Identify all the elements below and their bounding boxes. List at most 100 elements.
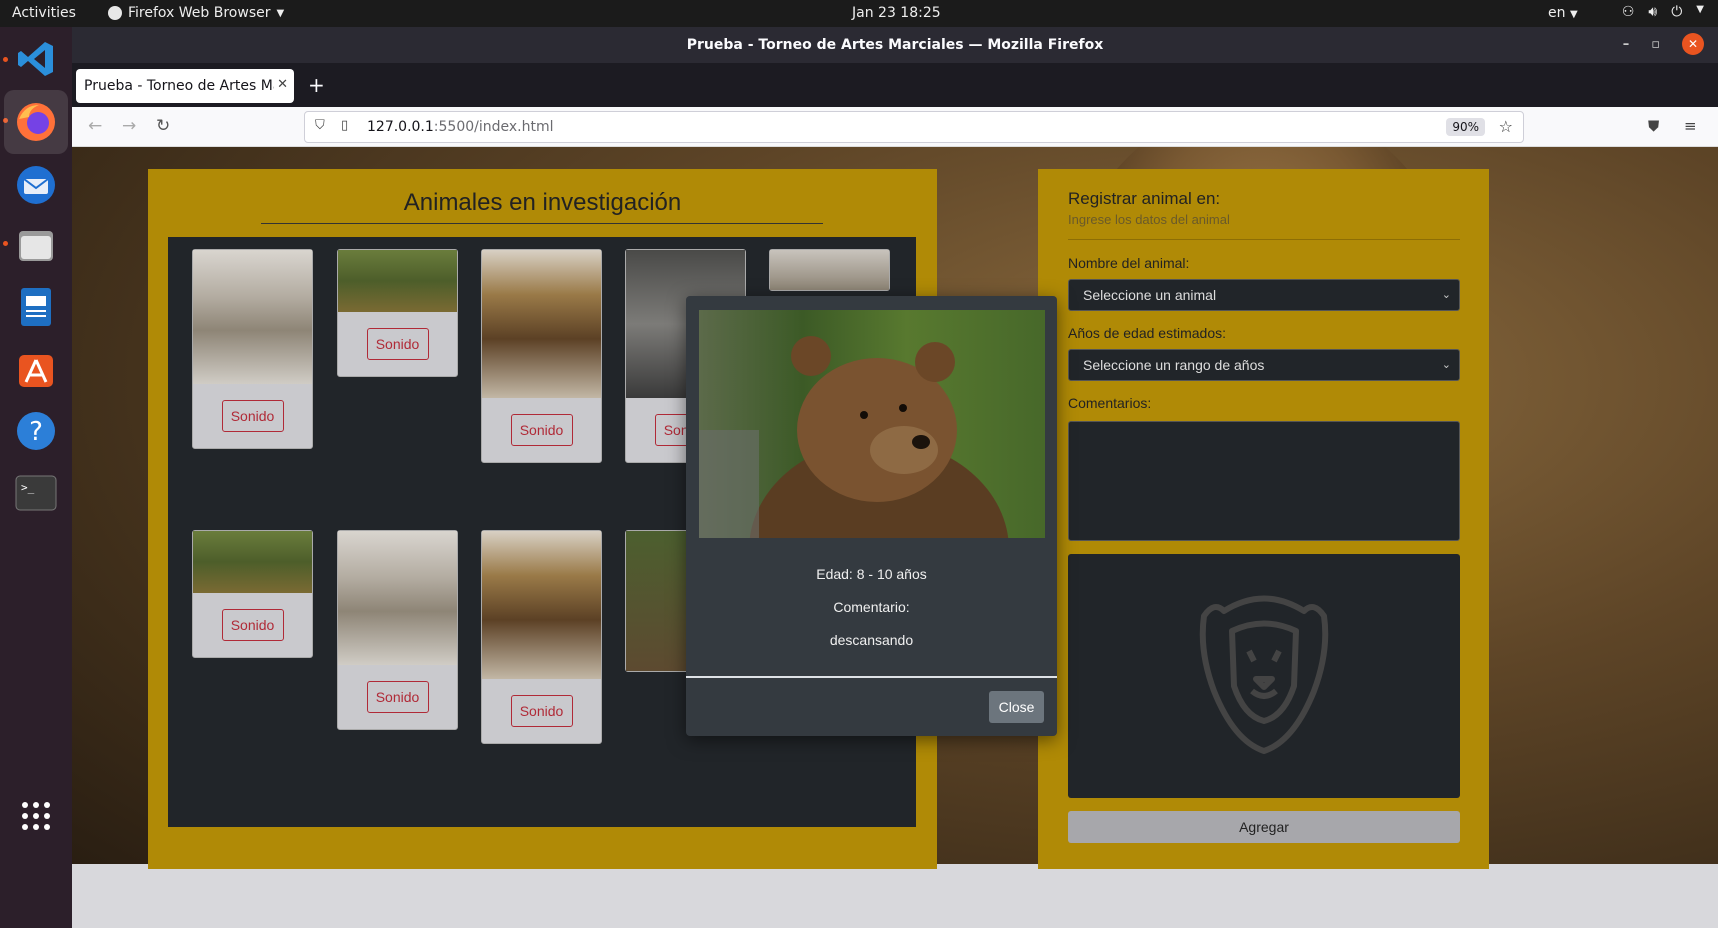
restore-icon[interactable]: ▫ <box>1651 37 1660 52</box>
navigation-toolbar: ← → ↻ ⛉ ▯ 127.0.0.1:5500/index.html 90% … <box>72 107 1718 147</box>
system-tray[interactable]: ⚇ 🔊︎ ⏻ ▼ <box>1622 4 1704 20</box>
animal-name-label: Nombre del animal: <box>1068 255 1190 271</box>
form-divider <box>1068 239 1460 240</box>
terminal-icon: >_ <box>15 475 57 511</box>
menu-hamburger-icon[interactable]: ≡ <box>1684 117 1697 135</box>
clock[interactable]: Jan 23 18:25 <box>852 5 941 21</box>
dock: ? >_ <box>0 27 72 928</box>
sound-button[interactable]: Sonido <box>510 695 573 727</box>
running-indicator <box>3 57 8 62</box>
add-button[interactable]: Agregar <box>1068 811 1460 843</box>
new-tab-icon[interactable]: + <box>308 73 325 97</box>
software-launcher[interactable] <box>12 345 60 393</box>
animal-card-snake[interactable]: Sonido <box>192 530 313 658</box>
modal-comment-heading: Comentario: <box>833 599 910 615</box>
chevron-down-icon: ▼ <box>1696 4 1704 15</box>
files-launcher[interactable] <box>12 221 60 269</box>
sound-button[interactable]: Sonido <box>510 414 573 446</box>
animal-select[interactable]: Seleccione un animal ⌄ <box>1068 279 1460 311</box>
writer-launcher[interactable] <box>12 283 60 331</box>
register-form-panel: Registrar animal en: Ingrese los datos d… <box>1038 169 1489 869</box>
wolf-image[interactable] <box>338 531 457 665</box>
forward-arrow-icon[interactable]: → <box>122 116 136 136</box>
tracking-shield-icon[interactable]: ⛉ <box>315 118 325 133</box>
window-titlebar: Prueba - Torneo de Artes Marciales — Moz… <box>72 27 1718 63</box>
app-store-icon <box>19 355 53 387</box>
snake-image[interactable] <box>193 531 312 593</box>
help-launcher[interactable]: ? <box>12 407 60 455</box>
modal-comment-text: descansando <box>829 632 914 648</box>
animal-card-lion[interactable]: Sonido <box>481 249 602 463</box>
animal-card-wolf[interactable]: Sonido <box>192 249 313 449</box>
age-label: Años de edad estimados: <box>1068 325 1226 341</box>
snake-image[interactable] <box>338 250 457 312</box>
url-text[interactable]: 127.0.0.1:5500/index.html <box>367 119 554 135</box>
animal-card-wolf-partial[interactable] <box>769 249 890 291</box>
network-icon: ⚇ <box>1621 4 1635 20</box>
sound-button[interactable]: Sonido <box>221 609 284 641</box>
sound-button[interactable]: Sonido <box>366 681 429 713</box>
thunderbird-launcher[interactable] <box>12 161 60 209</box>
modal-divider <box>686 676 1057 678</box>
animal-card-wolf[interactable]: Sonido <box>337 530 458 730</box>
vscode-icon <box>18 42 53 76</box>
window-controls: – ▫ ✕ <box>1623 33 1704 55</box>
volume-icon: 🔊︎ <box>1648 4 1658 20</box>
thunderbird-icon <box>17 166 55 204</box>
window-title: Prueba - Torneo de Artes Marciales — Moz… <box>686 37 1104 53</box>
close-tab-icon[interactable]: ✕ <box>274 77 288 92</box>
sound-button[interactable]: Sonido <box>221 400 284 432</box>
animal-card-snake[interactable]: Sonido <box>337 249 458 377</box>
minimize-icon[interactable]: – <box>1623 37 1630 52</box>
animal-preview <box>1068 554 1460 798</box>
url-path: :5500/index.html <box>433 119 554 135</box>
comments-textarea[interactable] <box>1068 421 1460 541</box>
app-menu[interactable]: Firefox Web Browser ▼ <box>108 5 284 21</box>
terminal-launcher[interactable]: >_ <box>12 469 60 517</box>
activities-button[interactable]: Activities <box>12 5 76 21</box>
lion-image[interactable] <box>482 250 601 398</box>
form-subtitle: Ingrese los datos del animal <box>1068 212 1230 227</box>
reload-icon[interactable]: ↻ <box>156 116 170 136</box>
back-arrow-icon[interactable]: ← <box>88 116 102 136</box>
document-icon <box>21 288 51 326</box>
modal-age: Edad: 8 - 10 años <box>816 566 927 582</box>
chevron-down-icon: ⌄ <box>1441 359 1451 371</box>
chevron-down-icon: ⌄ <box>1441 289 1451 301</box>
lion-outline-icon <box>1199 595 1329 754</box>
tab-current[interactable]: Prueba - Torneo de Artes Ma ✕ <box>76 69 294 103</box>
show-apps-button[interactable] <box>12 792 60 840</box>
url-bar[interactable]: ⛉ ▯ 127.0.0.1:5500/index.html 90% ☆ <box>304 111 1524 143</box>
running-indicator <box>3 241 8 246</box>
tab-strip: Prueba - Torneo de Artes Ma ✕ + <box>72 63 1718 107</box>
language-indicator[interactable]: en ▼ <box>1548 5 1578 21</box>
zoom-indicator[interactable]: 90% <box>1446 118 1485 136</box>
pocket-icon[interactable]: ⛊ <box>1648 117 1659 135</box>
svg-text:?: ? <box>29 417 43 447</box>
vscode-launcher[interactable] <box>12 35 60 83</box>
gallery-title: Animales en investigación <box>403 189 682 216</box>
close-button[interactable]: Close <box>989 691 1044 723</box>
wolf-image[interactable] <box>193 250 312 384</box>
bookmark-star-icon[interactable]: ☆ <box>1499 117 1513 136</box>
app-menu-label: Firefox Web Browser <box>128 5 271 21</box>
bear-image <box>699 310 1045 538</box>
title-divider <box>261 223 823 224</box>
system-top-bar: Activities Firefox Web Browser ▼ Jan 23 … <box>0 0 1718 27</box>
lion-image[interactable] <box>482 531 601 679</box>
tab-title: Prueba - Torneo de Artes Ma <box>84 78 282 94</box>
animal-detail-modal: Edad: 8 - 10 años Comentario: descansand… <box>686 296 1057 736</box>
sound-button[interactable]: Sonido <box>366 328 429 360</box>
firefox-launcher[interactable] <box>4 90 68 154</box>
page-footer-area <box>72 864 1718 928</box>
age-select[interactable]: Seleccione un rango de años ⌄ <box>1068 349 1460 381</box>
comments-label: Comentarios: <box>1068 395 1152 411</box>
animal-card-lion[interactable]: Sonido <box>481 530 602 744</box>
bear-illustration <box>699 336 1009 538</box>
wolf-image[interactable] <box>770 250 889 290</box>
page-info-icon[interactable]: ▯ <box>341 118 348 133</box>
chevron-down-icon: ▼ <box>1569 9 1578 20</box>
firefox-icon <box>17 103 55 141</box>
close-window-icon[interactable]: ✕ <box>1682 33 1704 55</box>
page-viewport: Animales en investigación Sonido Sonido … <box>72 147 1718 928</box>
